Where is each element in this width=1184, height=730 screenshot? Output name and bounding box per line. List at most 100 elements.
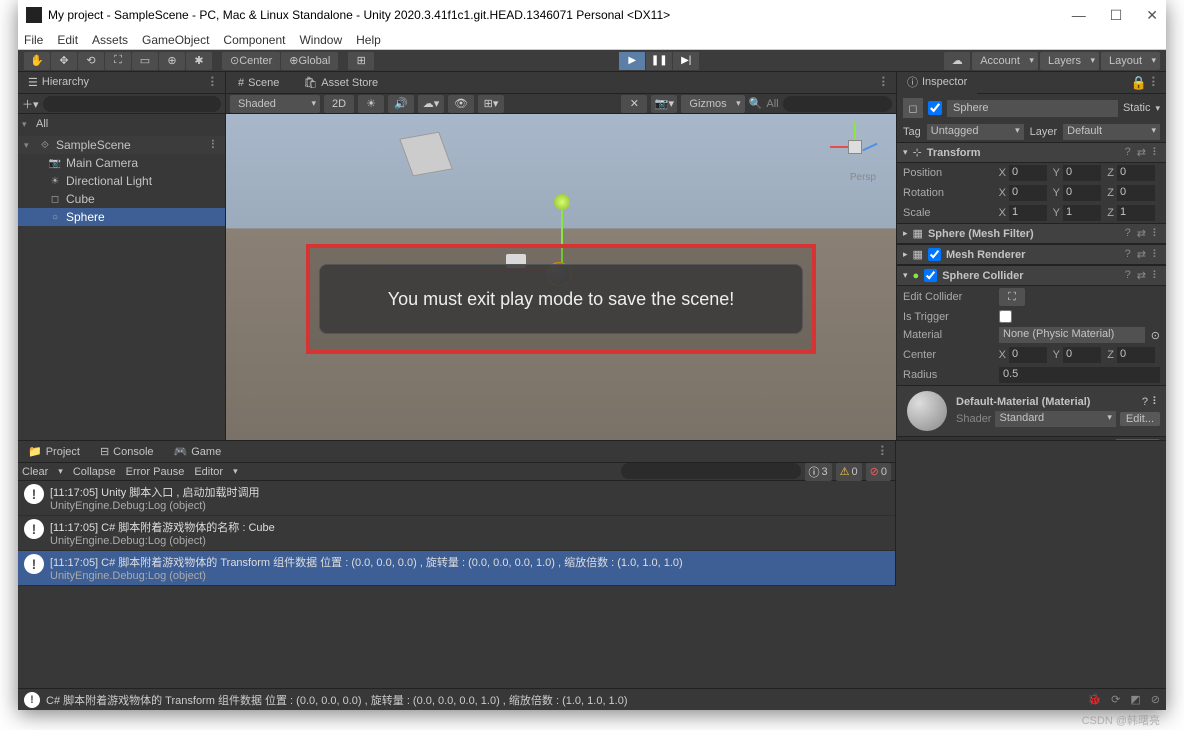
preset-icon[interactable]: ⇄ <box>1137 146 1146 159</box>
object-picker-icon[interactable]: ⊙ <box>1151 329 1160 342</box>
pause-button[interactable]: ❚❚ <box>646 52 672 70</box>
mesh-renderer-checkbox[interactable] <box>928 248 941 261</box>
hand-tool[interactable]: ✋ <box>24 52 50 70</box>
edit-collider-button[interactable]: ⛶ <box>999 288 1025 306</box>
hierarchy-search[interactable] <box>43 96 221 112</box>
rotation-z-field[interactable]: 0 <box>1117 185 1155 201</box>
scene-hidden-toggle[interactable]: 👁 <box>448 95 474 113</box>
error-filter[interactable]: ⊘0 <box>866 463 891 481</box>
scene-tools-button[interactable]: ✕ <box>621 95 647 113</box>
error-pause-toggle[interactable]: Error Pause <box>126 466 185 478</box>
center-x-field[interactable]: 0 <box>1009 347 1047 363</box>
warning-filter[interactable]: ⚠0 <box>836 463 862 481</box>
scale-tool[interactable]: ⛶ <box>105 52 131 70</box>
rotation-y-field[interactable]: 0 <box>1063 185 1101 201</box>
bug-icon[interactable]: 🐞 <box>1087 693 1101 706</box>
mesh-filter-header[interactable]: ▸▦ Sphere (Mesh Filter) ?⇄⠇ <box>897 223 1166 244</box>
hierarchy-item-sphere[interactable]: ○ Sphere <box>18 208 225 226</box>
projection-label[interactable]: Persp <box>850 172 876 183</box>
material-header[interactable]: Default-Material (Material) ?⠇ Shader St… <box>897 385 1166 437</box>
game-tab[interactable]: 🎮 Game <box>164 442 232 461</box>
position-z-field[interactable]: 0 <box>1117 165 1155 181</box>
play-button[interactable]: ▶ <box>619 52 645 70</box>
transform-component-header[interactable]: ▾ ⊹ Transform ?⇄⠇ <box>897 142 1166 163</box>
custom-tool[interactable]: ✱ <box>186 52 212 70</box>
gameobject-active-checkbox[interactable] <box>928 101 942 115</box>
scene-fx-toggle[interactable]: ☁▾ <box>418 95 444 113</box>
autosave-icon[interactable]: ◩ <box>1130 693 1140 706</box>
scene-camera-button[interactable]: 📷▾ <box>651 95 677 113</box>
pivot-toggle[interactable]: ⊙ Center <box>222 52 280 70</box>
help-icon[interactable]: ? <box>1125 146 1131 159</box>
log-entry[interactable]: ! [11:17:05] C# 脚本附着游戏物体的 Transform 组件数据… <box>18 551 895 586</box>
account-dropdown[interactable]: Account <box>972 52 1038 70</box>
step-button[interactable]: ▶| <box>673 52 699 70</box>
collapse-toggle[interactable]: Collapse <box>73 466 116 478</box>
sphere-collider-header[interactable]: ▾● Sphere Collider ?⇄⠇ <box>897 265 1166 286</box>
console-search[interactable] <box>621 463 801 479</box>
editor-toggle[interactable]: Editor <box>194 466 223 478</box>
rotation-x-field[interactable]: 0 <box>1009 185 1047 201</box>
log-entry[interactable]: ! [11:17:05] C# 脚本附着游戏物体的名称 : Cube Unity… <box>18 516 895 551</box>
hierarchy-create-button[interactable]: ＋▾ <box>22 96 39 112</box>
transform-tool[interactable]: ⊕ <box>159 52 185 70</box>
center-y-field[interactable]: 0 <box>1063 347 1101 363</box>
hierarchy-tab[interactable]: ☰ Hierarchy <box>18 73 99 93</box>
menu-window[interactable]: Window <box>299 33 342 47</box>
hierarchy-item-directional-light[interactable]: ☀ Directional Light <box>18 172 225 190</box>
scene-grid-toggle[interactable]: ⊞▾ <box>478 95 504 113</box>
hierarchy-item-main-camera[interactable]: 📷 Main Camera <box>18 154 225 172</box>
hierarchy-panel-menu[interactable]: ⠇ <box>203 75 225 91</box>
menu-component[interactable]: Component <box>223 33 285 47</box>
error-icon[interactable]: ⊘ <box>1151 693 1160 706</box>
asset-store-tab[interactable]: 🛍 Asset Store <box>291 73 390 92</box>
layers-dropdown[interactable]: Layers <box>1040 52 1099 70</box>
edit-shader-button[interactable]: Edit... <box>1120 412 1160 426</box>
collab-button[interactable]: ☁ <box>944 52 970 70</box>
space-toggle[interactable]: ⊕ Global <box>281 52 338 70</box>
help-icon[interactable]: ? <box>1142 396 1148 408</box>
menu-gameobject[interactable]: GameObject <box>142 33 209 47</box>
hierarchy-item-cube[interactable]: ◻ Cube <box>18 190 225 208</box>
tag-dropdown[interactable]: Untagged <box>927 124 1024 140</box>
scale-z-field[interactable]: 1 <box>1117 205 1155 221</box>
position-y-field[interactable]: 0 <box>1063 165 1101 181</box>
scale-y-field[interactable]: 1 <box>1063 205 1101 221</box>
is-trigger-checkbox[interactable] <box>999 310 1012 323</box>
scene-panel-menu[interactable]: ⠇ <box>874 75 896 91</box>
orientation-gizmo[interactable] <box>830 122 880 172</box>
layout-dropdown[interactable]: Layout <box>1101 52 1160 70</box>
mesh-renderer-header[interactable]: ▸▦ Mesh Renderer ?⇄⠇ <box>897 244 1166 265</box>
position-x-field[interactable]: 0 <box>1009 165 1047 181</box>
scale-x-field[interactable]: 1 <box>1009 205 1047 221</box>
radius-field[interactable]: 0.5 <box>999 367 1160 383</box>
shading-mode-dropdown[interactable]: Shaded <box>230 95 320 113</box>
scene-menu-icon[interactable]: ⠇ <box>210 138 219 152</box>
scene-viewport[interactable]: Persp You must exit play mode to save th… <box>226 114 896 440</box>
log-entry[interactable]: ! [11:17:05] Unity 脚本入口 , 启动加载时调用 UnityE… <box>18 481 895 516</box>
scene-search[interactable] <box>783 96 892 112</box>
scene-audio-toggle[interactable]: 🔊 <box>388 95 414 113</box>
gameobject-name-field[interactable]: Sphere <box>947 100 1118 117</box>
menu-assets[interactable]: Assets <box>92 33 128 47</box>
close-button[interactable]: ✕ <box>1146 7 1158 24</box>
minimize-button[interactable]: — <box>1072 7 1086 24</box>
scene-root[interactable]: ▾ ⟐ SampleScene ⠇ <box>18 136 225 154</box>
activity-icon[interactable]: ⟳ <box>1111 693 1120 706</box>
console-tab[interactable]: ⊟ Console <box>90 442 164 461</box>
console-panel-menu[interactable]: ⠇ <box>873 444 895 460</box>
project-tab[interactable]: 📁 Project <box>18 442 90 461</box>
move-tool[interactable]: ✥ <box>51 52 77 70</box>
scene-tab[interactable]: # Scene <box>226 74 291 92</box>
shader-dropdown[interactable]: Standard <box>995 411 1115 427</box>
inspector-panel-menu[interactable]: 🔒 ⠇ <box>1125 75 1166 91</box>
center-z-field[interactable]: 0 <box>1117 347 1155 363</box>
menu-file[interactable]: File <box>24 33 43 47</box>
menu-help[interactable]: Help <box>356 33 381 47</box>
info-filter[interactable]: ⓘ3 <box>805 463 832 481</box>
clear-button[interactable]: Clear <box>22 466 48 478</box>
material-add-button[interactable]: Add... <box>1115 439 1160 440</box>
rect-tool[interactable]: ▭ <box>132 52 158 70</box>
menu-icon[interactable]: ⠇ <box>1152 146 1160 159</box>
gizmos-dropdown[interactable]: Gizmos <box>681 95 744 113</box>
